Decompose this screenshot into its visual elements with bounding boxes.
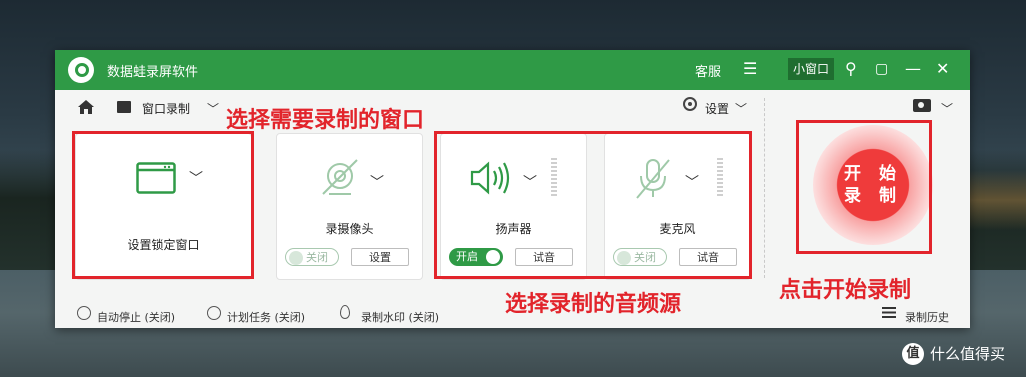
camera-icon[interactable]: [913, 99, 931, 112]
pin-icon[interactable]: ⚲: [845, 59, 857, 79]
window-mode-dropdown[interactable]: 窗口录制: [142, 100, 190, 117]
app-title: 数据蛙录屏软件: [107, 65, 199, 80]
minimize-icon[interactable]: —: [905, 59, 921, 79]
list-icon: [882, 307, 896, 318]
webcam-card: ﹀ 录摄像头 关闭 设置: [276, 133, 423, 280]
annotation-click-start: 点击开始录制: [779, 278, 912, 303]
settings-button[interactable]: 设置: [705, 100, 729, 117]
webcam-toggle[interactable]: 关闭: [285, 248, 339, 266]
alarm-clock-icon: [77, 306, 91, 320]
close-icon[interactable]: ✕: [936, 59, 949, 79]
webcam-toggle-label: 关闭: [306, 251, 328, 264]
home-icon[interactable]: [77, 99, 95, 119]
window-mode-icon: [117, 101, 131, 113]
app-logo-icon: [68, 57, 94, 83]
webcam-chevron-down-icon[interactable]: ﹀: [370, 172, 384, 192]
webcam-settings-button[interactable]: 设置: [351, 248, 409, 266]
audio-highlight-box: [434, 131, 752, 279]
hamburger-icon[interactable]: ☰: [743, 59, 757, 79]
watermark-drop-icon: [340, 305, 350, 319]
history-link[interactable]: 录制历史: [905, 309, 949, 325]
restore-icon[interactable]: ▢: [875, 59, 888, 79]
annotation-choose-audio: 选择录制的音频源: [505, 292, 682, 317]
annotation-choose-window: 选择需要录制的窗口: [226, 108, 425, 133]
watermark-logo-icon: 值: [902, 343, 924, 365]
title-bar: 数据蛙录屏软件 客服 ☰ 小窗口 ⚲ ▢ — ✕: [55, 50, 970, 90]
toggle-knob: [289, 251, 303, 265]
chevron-down-icon[interactable]: ﹀: [207, 100, 219, 117]
camera-chevron-down-icon[interactable]: ﹀: [941, 100, 953, 117]
auto-stop-link[interactable]: 自动停止 (关闭): [97, 309, 175, 325]
gear-icon[interactable]: [683, 97, 697, 111]
webcam-off-icon[interactable]: [319, 158, 361, 198]
support-link[interactable]: 客服: [695, 61, 721, 80]
schedule-icon: [207, 306, 221, 320]
watermark-link[interactable]: 录制水印 (关闭): [361, 309, 439, 325]
webcam-label: 录摄像头: [325, 222, 374, 236]
small-window-button[interactable]: 小窗口: [788, 58, 834, 80]
window-highlight-box: [72, 131, 254, 279]
settings-chevron-down-icon[interactable]: ﹀: [735, 100, 747, 117]
scheduled-task-link[interactable]: 计划任务 (关闭): [227, 309, 305, 325]
divider: [764, 98, 765, 278]
watermark-text: 什么值得买: [930, 345, 1006, 363]
start-highlight-box: [796, 120, 932, 254]
